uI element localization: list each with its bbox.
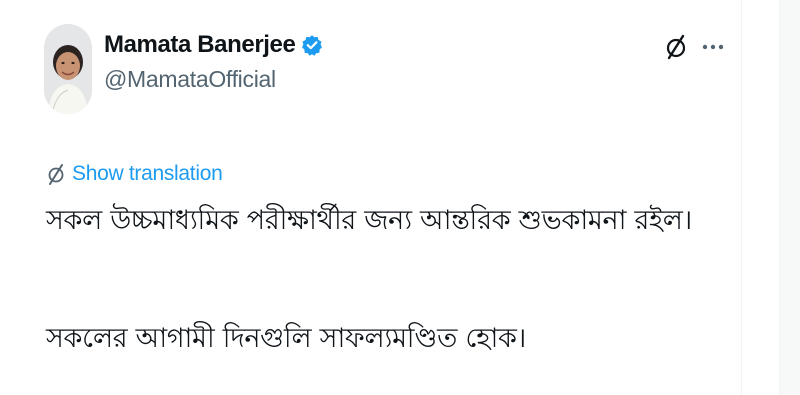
avatar-image: [44, 24, 92, 114]
avatar[interactable]: [44, 24, 92, 114]
more-horizontal-icon[interactable]: [700, 38, 726, 56]
page: Mamata Banerjee @MamataOfficial Show tra…: [0, 0, 800, 395]
display-name[interactable]: Mamata Banerjee: [104, 30, 296, 60]
display-name-row: Mamata Banerjee: [104, 30, 323, 60]
sidebar-panel: [779, 0, 800, 395]
tweet-text-line: সকলের আগামী দিনগুলি সাফল্যমণ্ডিত হোক।: [46, 323, 526, 354]
verified-badge-icon: [301, 34, 323, 56]
tweet-card[interactable]: Mamata Banerjee @MamataOfficial Show tra…: [0, 0, 742, 395]
grok-slash-icon[interactable]: [664, 34, 688, 60]
show-translation-link[interactable]: Show translation: [46, 162, 223, 186]
right-column: [765, 0, 800, 395]
grok-slash-icon: [46, 162, 66, 186]
author-handle[interactable]: @MamataOfficial: [104, 64, 323, 94]
author-block: Mamata Banerjee @MamataOfficial: [104, 30, 323, 94]
tweet-text-line: সকল উচ্চমাধ্যমিক পরীক্ষার্থীর জন্য আন্তর…: [46, 205, 692, 236]
show-translation-label[interactable]: Show translation: [72, 162, 223, 186]
